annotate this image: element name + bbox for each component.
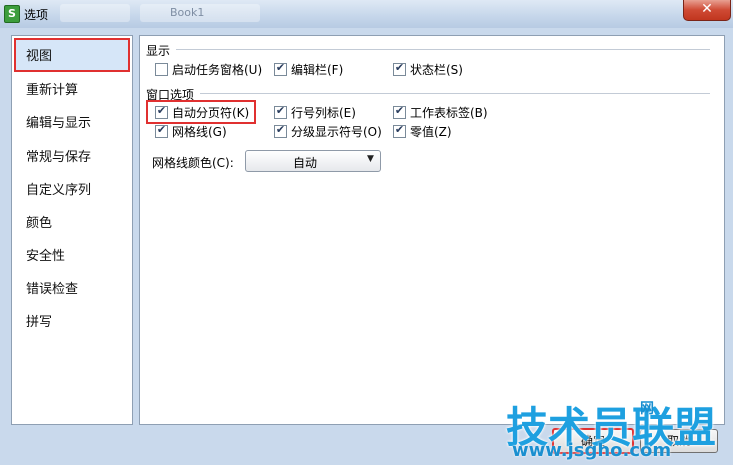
background-tab xyxy=(60,4,130,22)
watermark-url: www.jsgho.com xyxy=(512,440,672,461)
close-icon: ✕ xyxy=(701,1,713,17)
checkmark-icon: ✔ xyxy=(275,123,286,136)
auto-page-break-checkbox[interactable]: ✔ xyxy=(155,104,168,119)
sidebar-item-edit-display[interactable]: 编辑与显示 xyxy=(26,112,91,131)
sidebar-item-view[interactable]: 视图 xyxy=(26,45,52,64)
checkmark-icon: ✔ xyxy=(275,104,286,117)
zero-values-label: 零值(Z) xyxy=(410,125,452,139)
zero-values-checkbox[interactable]: ✔ xyxy=(393,123,406,138)
watermark-small-text: 网 xyxy=(640,401,654,417)
sidebar-item-recalculate[interactable]: 重新计算 xyxy=(26,79,78,98)
sidebar-item-custom-lists[interactable]: 自定义序列 xyxy=(26,179,91,198)
outline-symbols-label: 分级显示符号(O) xyxy=(291,125,382,139)
checkmark-icon: ✔ xyxy=(394,61,405,74)
sidebar-item-security[interactable]: 安全性 xyxy=(26,245,65,264)
checkmark-icon: ✔ xyxy=(394,123,405,136)
group-divider xyxy=(176,49,710,50)
dropdown-arrow-icon: ▼ xyxy=(367,154,374,164)
sheet-tabs-checkbox[interactable]: ✔ xyxy=(393,104,406,119)
formula-bar-checkbox[interactable]: ✔ xyxy=(274,61,287,76)
gridlines-label: 网格线(G) xyxy=(172,125,227,139)
sidebar-item-error-check[interactable]: 错误检查 xyxy=(26,278,78,297)
title-bar: S 选项 Book1 ✕ xyxy=(0,0,733,28)
dialog-title: 选项 xyxy=(24,8,49,22)
display-group-title: 显示 xyxy=(146,44,171,58)
gridline-color-dropdown[interactable]: 自动 ▼ xyxy=(245,150,381,172)
formula-bar-label: 编辑栏(F) xyxy=(291,63,344,77)
sidebar-item-color[interactable]: 颜色 xyxy=(26,212,52,231)
app-logo-icon: S xyxy=(4,5,20,23)
checkmark-icon: ✔ xyxy=(275,61,286,74)
status-bar-label: 状态栏(S) xyxy=(410,63,463,77)
outline-symbols-checkbox[interactable]: ✔ xyxy=(274,123,287,138)
background-tab-title: Book1 xyxy=(170,6,205,19)
checkmark-icon: ✔ xyxy=(156,104,167,117)
checkmark-icon: ✔ xyxy=(394,104,405,117)
gridlines-checkbox[interactable]: ✔ xyxy=(155,123,168,138)
auto-page-break-label: 自动分页符(K) xyxy=(172,106,250,120)
row-col-headers-label: 行号列标(E) xyxy=(291,106,356,120)
sheet-tabs-label: 工作表标签(B) xyxy=(410,106,488,120)
task-pane-checkbox[interactable] xyxy=(155,63,168,76)
sidebar-item-general-save[interactable]: 常规与保存 xyxy=(26,146,91,165)
row-col-headers-checkbox[interactable]: ✔ xyxy=(274,104,287,119)
gridline-color-value: 自动 xyxy=(292,156,317,170)
group-divider xyxy=(200,93,710,94)
close-button[interactable]: ✕ xyxy=(683,0,731,21)
status-bar-checkbox[interactable]: ✔ xyxy=(393,61,406,76)
task-pane-label: 启动任务窗格(U) xyxy=(172,63,263,77)
sidebar-item-spelling[interactable]: 拼写 xyxy=(26,311,52,330)
gridline-color-label: 网格线颜色(C): xyxy=(152,156,234,170)
category-sidebar: 视图 重新计算 编辑与显示 常规与保存 自定义序列 颜色 安全性 错误检查 拼写 xyxy=(11,35,133,425)
checkmark-icon: ✔ xyxy=(156,123,167,136)
